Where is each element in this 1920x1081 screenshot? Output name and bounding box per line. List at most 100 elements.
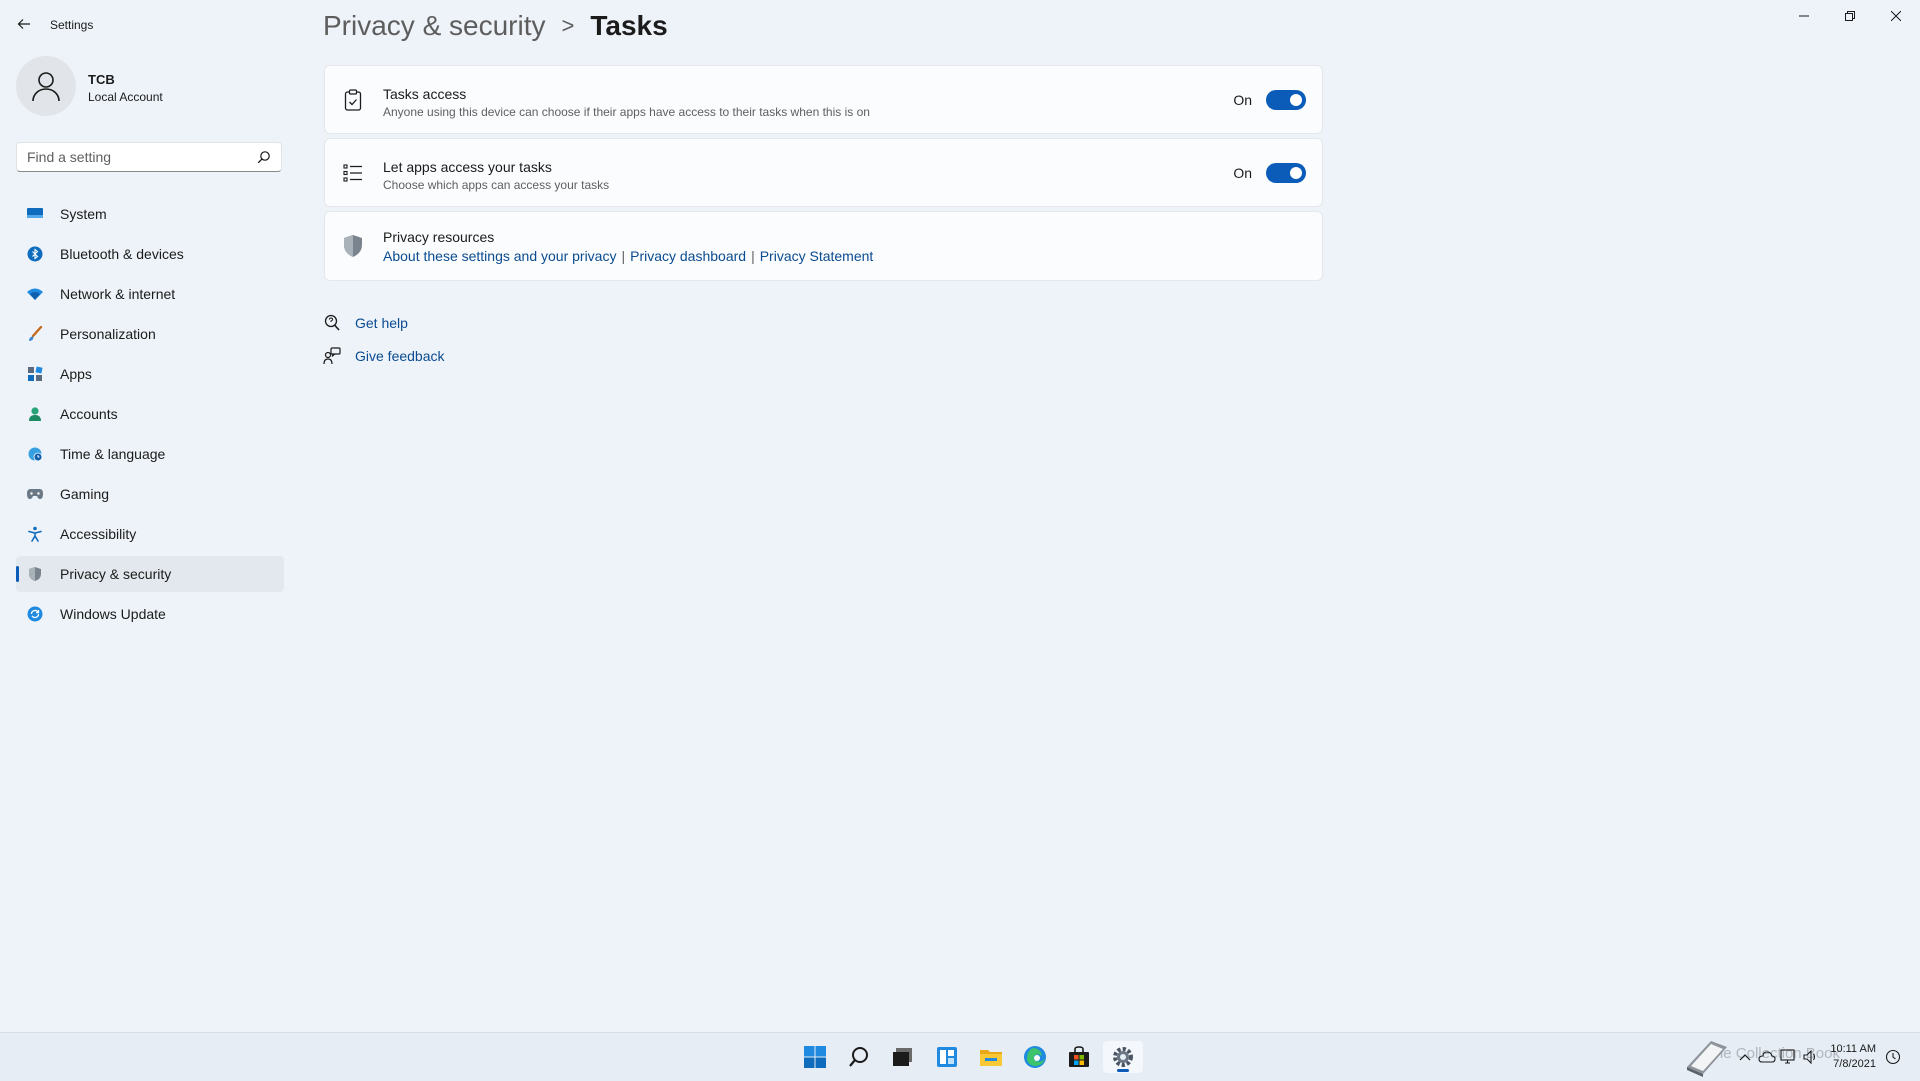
monitor-icon bbox=[26, 205, 44, 223]
restore-button[interactable] bbox=[1827, 0, 1873, 32]
wifi-icon bbox=[26, 285, 44, 303]
get-help-row[interactable]: Get help bbox=[323, 314, 408, 332]
clipboard-check-icon bbox=[341, 88, 365, 112]
widgets-icon[interactable] bbox=[927, 1041, 967, 1073]
privacy-statement-link[interactable]: Privacy Statement bbox=[760, 248, 874, 264]
sidebar-item-label: Personalization bbox=[60, 326, 156, 342]
taskbar: The Collection Book 10:11 AM 7/8/2021 bbox=[0, 1032, 1920, 1081]
sidebar-item-label: Gaming bbox=[60, 486, 110, 502]
sidebar-item-time-language[interactable]: Time & language bbox=[16, 436, 284, 472]
taskbar-apps bbox=[795, 1041, 1147, 1073]
sidebar-item-label: Privacy & security bbox=[60, 566, 172, 582]
sidebar-item-network[interactable]: Network & internet bbox=[16, 276, 284, 312]
sidebar-item-windows-update[interactable]: Windows Update bbox=[16, 596, 284, 632]
get-help-link[interactable]: Get help bbox=[355, 315, 408, 331]
store-icon[interactable] bbox=[1059, 1041, 1099, 1073]
toggle-state-label: On bbox=[1233, 164, 1252, 181]
about-settings-link[interactable]: About these settings and your privacy bbox=[383, 248, 616, 264]
tasks-access-card: Tasks access Anyone using this device ca… bbox=[324, 65, 1323, 134]
network-icon[interactable] bbox=[1778, 1039, 1800, 1075]
person-avatar-icon bbox=[32, 72, 60, 102]
avatar[interactable] bbox=[16, 56, 76, 116]
profile-account-type: Local Account bbox=[88, 90, 163, 104]
search-icon[interactable] bbox=[839, 1041, 879, 1073]
apps-access-toggle[interactable] bbox=[1266, 162, 1306, 183]
search-icon[interactable] bbox=[257, 150, 271, 169]
sidebar-item-label: Apps bbox=[60, 366, 92, 382]
toggle-knob bbox=[1290, 93, 1302, 106]
update-icon bbox=[26, 605, 44, 623]
sidebar-nav: System Bluetooth & devices Network & int… bbox=[16, 196, 284, 636]
sidebar-item-label: Accounts bbox=[60, 406, 118, 422]
shield-icon bbox=[341, 234, 365, 258]
card-description: Anyone using this device can choose if t… bbox=[383, 105, 870, 119]
sidebar-item-label: Windows Update bbox=[60, 606, 166, 622]
tasks-access-toggle[interactable] bbox=[1266, 89, 1306, 110]
task-view-icon[interactable] bbox=[883, 1041, 923, 1073]
volume-icon[interactable] bbox=[1800, 1039, 1822, 1075]
book-logo-icon bbox=[1678, 1039, 1734, 1077]
breadcrumb-separator: > bbox=[561, 13, 575, 38]
app-title: Settings bbox=[50, 18, 94, 32]
privacy-resources-card: Privacy resources About these settings a… bbox=[324, 211, 1323, 281]
breadcrumb-parent[interactable]: Privacy & security bbox=[323, 10, 546, 42]
privacy-dashboard-link[interactable]: Privacy dashboard bbox=[630, 248, 746, 264]
sidebar-item-system[interactable]: System bbox=[16, 196, 284, 232]
sidebar-item-label: Accessibility bbox=[60, 526, 137, 542]
bluetooth-icon bbox=[26, 245, 44, 263]
sidebar-item-accessibility[interactable]: Accessibility bbox=[16, 516, 284, 552]
accessibility-icon bbox=[26, 525, 44, 543]
edge-icon[interactable] bbox=[1015, 1041, 1055, 1073]
apps-icon bbox=[26, 365, 44, 383]
start-icon[interactable] bbox=[795, 1041, 835, 1073]
clock[interactable]: 10:11 AM 7/8/2021 bbox=[1830, 1042, 1876, 1072]
sidebar-item-apps[interactable]: Apps bbox=[16, 356, 284, 392]
breadcrumb: Privacy & security > Tasks bbox=[323, 10, 668, 42]
close-icon bbox=[1891, 11, 1901, 21]
settings-icon[interactable] bbox=[1103, 1041, 1143, 1073]
clock-date: 7/8/2021 bbox=[1833, 1058, 1876, 1070]
minimize-icon bbox=[1799, 15, 1809, 17]
help-search-icon bbox=[323, 314, 341, 332]
sidebar-item-label: System bbox=[60, 206, 107, 222]
restore-icon bbox=[1845, 11, 1855, 21]
globe-clock-icon bbox=[26, 445, 44, 463]
sidebar-item-personalization[interactable]: Personalization bbox=[16, 316, 284, 352]
sidebar-item-label: Bluetooth & devices bbox=[60, 246, 184, 262]
card-description: Choose which apps can access your tasks bbox=[383, 178, 610, 192]
system-tray: 10:11 AM 7/8/2021 bbox=[1678, 1039, 1904, 1077]
feedback-icon bbox=[323, 347, 341, 365]
page-title: Tasks bbox=[590, 10, 668, 41]
person-icon bbox=[26, 405, 44, 423]
cloud-icon[interactable] bbox=[1756, 1039, 1778, 1075]
link-separator: | bbox=[751, 248, 755, 264]
gamepad-icon bbox=[26, 485, 44, 503]
clock-time: 10:11 AM bbox=[1830, 1043, 1876, 1055]
sidebar-item-gaming[interactable]: Gaming bbox=[16, 476, 284, 512]
sidebar-item-bluetooth[interactable]: Bluetooth & devices bbox=[16, 236, 284, 272]
chevron-up-icon[interactable] bbox=[1734, 1039, 1756, 1075]
task-list-icon bbox=[341, 161, 365, 185]
card-title: Privacy resources bbox=[383, 229, 495, 245]
shield-icon bbox=[26, 565, 44, 583]
sidebar-item-label: Time & language bbox=[60, 446, 166, 462]
minimize-button[interactable] bbox=[1781, 0, 1827, 32]
card-title: Let apps access your tasks bbox=[383, 159, 552, 175]
toggle-knob bbox=[1290, 166, 1302, 179]
apps-access-card: Let apps access your tasks Choose which … bbox=[324, 138, 1323, 207]
give-feedback-link[interactable]: Give feedback bbox=[355, 348, 445, 364]
profile-name: TCB bbox=[88, 72, 115, 87]
search-box bbox=[16, 142, 282, 172]
sidebar-item-privacy-security[interactable]: Privacy & security bbox=[16, 556, 284, 592]
back-button[interactable] bbox=[10, 12, 38, 36]
notification-icon[interactable] bbox=[1882, 1039, 1904, 1075]
toggle-state-label: On bbox=[1233, 91, 1252, 108]
give-feedback-row[interactable]: Give feedback bbox=[323, 347, 445, 365]
sidebar-item-accounts[interactable]: Accounts bbox=[16, 396, 284, 432]
search-input[interactable] bbox=[17, 143, 247, 171]
privacy-links: About these settings and your privacy | … bbox=[383, 248, 873, 264]
close-button[interactable] bbox=[1873, 0, 1919, 32]
file-explorer-icon[interactable] bbox=[971, 1041, 1011, 1073]
sidebar-item-label: Network & internet bbox=[60, 286, 176, 302]
link-separator: | bbox=[621, 248, 626, 264]
